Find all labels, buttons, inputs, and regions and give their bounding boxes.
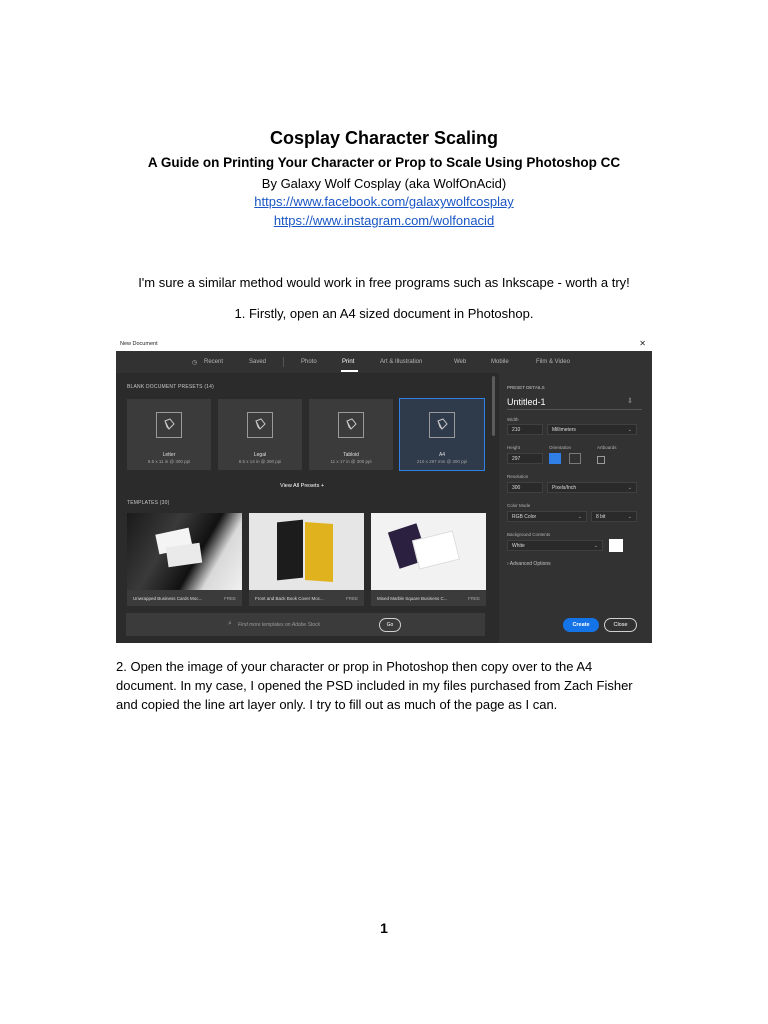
tab-web[interactable]: Web <box>454 359 466 365</box>
orientation-label: Orientation <box>549 445 572 450</box>
free-badge: FREE <box>345 596 358 601</box>
artboards-label: Artboards <box>597 445 617 450</box>
chevron-down-icon: ⌄ <box>627 485 632 491</box>
template-thumbnail <box>127 513 242 590</box>
document-icon <box>156 412 182 438</box>
template-marble-cards[interactable]: Mixed Marble Square Business C... FREE <box>371 513 486 606</box>
portrait-orientation-icon[interactable] <box>549 453 561 464</box>
preset-dims: 11 x 17 in @ 300 ppi <box>330 459 372 464</box>
preset-letter[interactable]: Letter 8.5 x 11 in @ 300 ppi <box>127 399 211 470</box>
go-button[interactable]: Go <box>379 618 401 632</box>
tab-photo[interactable]: Photo <box>301 359 317 365</box>
photoshop-new-document-screenshot: New Document ✕ ◷ Recent Saved Photo Prin… <box>116 338 652 643</box>
stock-search-bar[interactable]: ⌕ Find more templates on Adobe Stock Go <box>126 613 485 636</box>
color-mode-select[interactable]: RGB Color ⌄ <box>507 511 587 522</box>
templates-label: TEMPLATES (30) <box>127 500 170 506</box>
preset-details-label: PRESET DETAILS <box>507 385 545 390</box>
page-number: 1 <box>380 920 388 936</box>
chevron-down-icon: ⌄ <box>627 427 632 433</box>
preset-tabs: ◷ Recent Saved Photo Print Art & Illustr… <box>116 351 652 373</box>
resolution-input[interactable]: 300 <box>507 482 543 493</box>
instagram-link[interactable]: https://www.instagram.com/wolfonacid <box>274 213 494 228</box>
template-name: Unwrapped Business Cards Moc... <box>133 596 203 601</box>
chevron-down-icon: ⌄ <box>577 514 582 520</box>
plus-icon: + <box>320 483 325 489</box>
preset-dims: 8.5 x 14 in @ 300 ppi <box>238 459 282 464</box>
preset-tabloid[interactable]: Tabloid 11 x 17 in @ 300 ppi <box>309 399 393 470</box>
preset-name: Legal <box>253 452 267 458</box>
chevron-right-icon: › <box>507 561 509 567</box>
landscape-orientation-icon[interactable] <box>569 453 581 464</box>
create-button[interactable]: Create <box>563 618 599 632</box>
tab-art-illustration[interactable]: Art & Illustration <box>380 359 422 365</box>
presets-scrollbar[interactable] <box>492 376 495 436</box>
template-thumbnail <box>249 513 364 590</box>
preset-name: Tabloid <box>343 452 359 458</box>
template-name: Mixed Marble Square Business C... <box>377 596 448 601</box>
template-book-cover[interactable]: Front and Back Book Cover Moc... FREE <box>249 513 364 606</box>
tab-print[interactable]: Print <box>342 359 354 365</box>
close-icon[interactable]: ✕ <box>639 339 646 348</box>
preset-legal[interactable]: Legal 8.5 x 14 in @ 300 ppi <box>218 399 302 470</box>
preset-dims: 8.5 x 11 in @ 300 ppi <box>147 459 191 464</box>
active-tab-underline <box>341 370 358 372</box>
save-preset-icon[interactable]: ⇩ <box>627 397 633 405</box>
view-all-presets-link[interactable]: View All Presets + <box>280 483 324 489</box>
color-mode-label: Color Mode <box>507 503 531 508</box>
background-contents-select[interactable]: White ⌄ <box>507 540 603 551</box>
background-color-swatch[interactable] <box>609 539 623 552</box>
dialog-titlebar: New Document ✕ <box>116 338 652 351</box>
document-icon <box>429 412 455 438</box>
tab-recent[interactable]: Recent <box>204 359 223 365</box>
template-name: Front and Back Book Cover Moc... <box>255 596 324 601</box>
advanced-options-toggle[interactable]: › Advanced Options <box>507 561 551 567</box>
width-input[interactable]: 210 <box>507 424 543 435</box>
preset-details-panel: PRESET DETAILS Untitled-1 ⇩ Width 210 Mi… <box>499 373 652 643</box>
bit-depth-select[interactable]: 8 bit ⌄ <box>591 511 637 522</box>
template-business-cards[interactable]: Unwrapped Business Cards Moc... FREE <box>127 513 242 606</box>
name-underline <box>507 409 642 410</box>
resolution-label: Resolution <box>507 474 529 479</box>
preset-name: Letter <box>162 452 176 458</box>
intro-text: I'm sure a similar method would work in … <box>138 275 630 290</box>
free-badge: FREE <box>223 596 236 601</box>
preset-dims: 210 x 297 mm @ 300 ppi <box>416 459 468 464</box>
facebook-link[interactable]: https://www.facebook.com/galaxywolfcospl… <box>254 194 513 209</box>
document-subtitle: A Guide on Printing Your Character or Pr… <box>147 155 621 170</box>
chevron-down-icon: ⌄ <box>593 543 598 549</box>
preset-name: A4 <box>438 452 446 458</box>
tab-divider <box>283 357 284 367</box>
height-input[interactable]: 297 <box>507 453 543 464</box>
width-label: Width <box>507 417 519 422</box>
document-icon <box>338 412 364 438</box>
background-contents-label: Background Contents <box>507 532 551 537</box>
tab-saved[interactable]: Saved <box>249 359 266 365</box>
free-badge: FREE <box>467 596 480 601</box>
search-input[interactable]: Find more templates on Adobe Stock <box>238 622 320 628</box>
step-1-text: 1. Firstly, open an A4 sized document in… <box>234 306 534 321</box>
tab-mobile[interactable]: Mobile <box>491 359 509 365</box>
chevron-down-icon: ⌄ <box>627 514 632 520</box>
template-thumbnail <box>371 513 486 590</box>
document-author: By Galaxy Wolf Cosplay (aka WolfOnAcid) <box>261 176 507 191</box>
clock-icon: ◷ <box>192 360 198 366</box>
document-icon <box>247 412 273 438</box>
height-label: Height <box>507 445 521 450</box>
dialog-title: New Document <box>120 341 158 347</box>
presets-panel: BLANK DOCUMENT PRESETS (14) Letter 8.5 x… <box>116 373 492 643</box>
tab-film-video[interactable]: Film & Video <box>536 359 570 365</box>
document-title: Cosplay Character Scaling <box>269 128 499 148</box>
step-2-text: 2. Open the image of your character or p… <box>116 659 633 712</box>
artboards-checkbox[interactable] <box>597 456 605 464</box>
width-unit-select[interactable]: Millimeters ⌄ <box>547 424 637 435</box>
document-name-field[interactable]: Untitled-1 <box>507 397 546 407</box>
search-icon: ⌕ <box>228 620 232 627</box>
close-button[interactable]: Close <box>604 618 637 632</box>
resolution-unit-select[interactable]: Pixels/Inch ⌄ <box>547 482 637 493</box>
blank-presets-label: BLANK DOCUMENT PRESETS (14) <box>127 384 215 390</box>
preset-a4[interactable]: A4 210 x 297 mm @ 300 ppi <box>399 398 485 471</box>
